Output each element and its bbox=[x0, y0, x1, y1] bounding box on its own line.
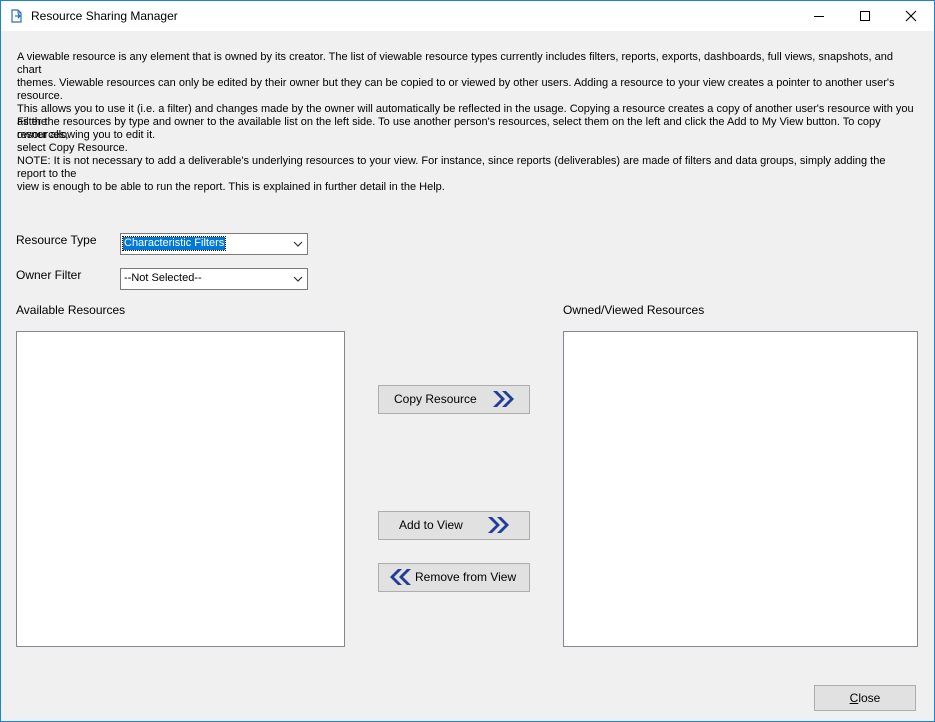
maximize-button[interactable] bbox=[842, 1, 888, 31]
owned-viewed-resources-label: Owned/Viewed Resources bbox=[563, 303, 705, 317]
chevron-down-icon bbox=[293, 276, 303, 282]
double-chevron-right-icon bbox=[493, 391, 514, 407]
description-paragraph-3: NOTE: It is not necessary to add a deliv… bbox=[17, 155, 886, 193]
owned-viewed-resources-list[interactable] bbox=[563, 331, 918, 647]
title-bar[interactable]: Resource Sharing Manager bbox=[1, 1, 934, 31]
window-title: Resource Sharing Manager bbox=[31, 9, 178, 23]
resource-type-select[interactable]: Characteristic Filters bbox=[120, 233, 308, 255]
add-to-view-label: Add to View bbox=[399, 518, 463, 532]
copy-resource-label: Copy Resource bbox=[394, 392, 477, 406]
close-icon bbox=[905, 10, 917, 22]
app-document-icon bbox=[10, 9, 24, 23]
remove-from-view-button[interactable]: Remove from View bbox=[378, 563, 530, 592]
chevron-down-icon bbox=[293, 241, 303, 247]
minimize-button[interactable] bbox=[796, 1, 842, 31]
remove-from-view-label: Remove from View bbox=[415, 570, 517, 584]
owner-filter-select[interactable]: --Not Selected-- bbox=[120, 268, 308, 290]
resource-type-value: Characteristic Filters bbox=[121, 236, 227, 251]
resource-type-label: Resource Type bbox=[16, 233, 97, 247]
close-label-rest: lose bbox=[858, 691, 881, 705]
resource-sharing-manager-window: Resource Sharing Manager A viewable reso… bbox=[0, 0, 935, 722]
close-window-button[interactable] bbox=[888, 1, 934, 31]
add-to-view-button[interactable]: Add to View bbox=[378, 511, 530, 540]
minimize-icon bbox=[814, 16, 824, 17]
owner-filter-value: --Not Selected-- bbox=[124, 272, 202, 284]
double-chevron-left-icon bbox=[390, 569, 411, 585]
description-paragraph-2: Filter the resources by type and owner t… bbox=[17, 116, 881, 154]
owner-filter-label: Owner Filter bbox=[16, 268, 82, 282]
available-resources-list[interactable] bbox=[16, 331, 345, 647]
close-button[interactable]: Close bbox=[814, 685, 916, 711]
close-button-label: Close bbox=[815, 691, 915, 705]
copy-resource-button[interactable]: Copy Resource bbox=[378, 385, 530, 414]
maximize-icon bbox=[860, 11, 870, 21]
available-resources-label: Available Resources bbox=[16, 303, 126, 317]
double-chevron-right-icon bbox=[488, 517, 509, 533]
